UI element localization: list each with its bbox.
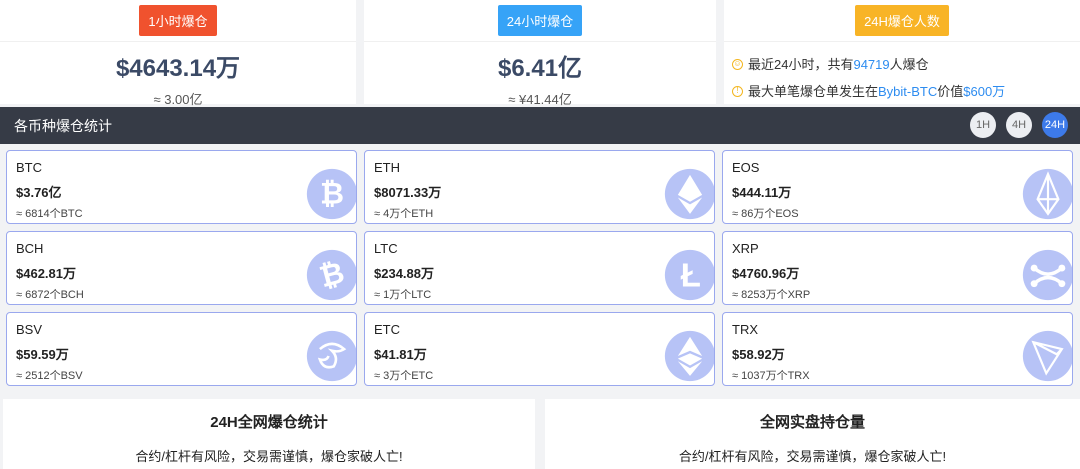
coin-amount: ≈ 4万个ETH: [374, 208, 434, 220]
coin-amount: ≈ 3万个ETC: [374, 370, 434, 382]
coin-card-ltc[interactable]: LTC $234.88万 ≈ 1万个LTC Ł: [364, 231, 715, 305]
coin-card-xrp[interactable]: XRP $4760.96万 ≈ 8253万个XRP: [722, 231, 1073, 305]
bsv-icon: [306, 330, 356, 382]
litecoin-icon: Ł: [664, 249, 714, 301]
ethereum-classic-icon: [664, 330, 714, 382]
coin-amount: ≈ 8253万个XRP: [732, 289, 811, 301]
ethereum-icon: [664, 168, 714, 220]
panel-warning: 合约/杠杆有风险，交易需谨慎，爆仓家破人亡!: [135, 449, 403, 464]
coin-name: LTC: [374, 241, 398, 256]
coin-amount: ≈ 86万个EOS: [732, 208, 799, 220]
ripple-icon: [1022, 249, 1072, 301]
tag-people: 24H爆仓人数: [855, 5, 949, 36]
coin-amount: ≈ 6814个BTC: [16, 208, 83, 220]
timeframe-24h-button[interactable]: 24H: [1042, 112, 1068, 138]
timeframe-1h-button[interactable]: 1H: [970, 112, 996, 138]
section-header: 各币种爆仓统计 1H 4H 24H: [0, 107, 1080, 144]
coin-value: $444.11万: [732, 185, 792, 200]
amount-24h: $6.41亿: [497, 55, 583, 82]
max-value: $600万: [963, 83, 1006, 99]
summary-row: 1小时爆仓 $4643.14万 ≈ 3.00亿 24小时爆仓 $6.41亿 ≈ …: [0, 0, 1080, 107]
bitcoin-cash-icon: ₿: [306, 249, 356, 301]
coin-value: $234.88万: [374, 266, 434, 281]
coin-card-etc[interactable]: ETC $41.81万 ≈ 3万个ETC: [364, 312, 715, 386]
coin-name: XRP: [732, 241, 759, 256]
coin-value: $59.59万: [16, 347, 69, 362]
tag-1h: 1小时爆仓: [139, 5, 217, 36]
coin-name: BTC: [16, 160, 42, 175]
stat-24h: 24小时爆仓 $6.41亿 ≈ ¥41.44亿: [364, 0, 716, 107]
panel-24h-stats: 24H全网爆仓统计 合约/杠杆有风险，交易需谨慎，爆仓家破人亡!: [3, 399, 535, 469]
coin-value: $3.76亿: [16, 185, 62, 200]
coin-name: ETH: [374, 160, 400, 175]
svg-text:Ł: Ł: [681, 256, 701, 293]
tag-24h: 24小时爆仓: [497, 5, 583, 36]
max-symbol-link[interactable]: Bybit-BTC: [878, 82, 937, 102]
coin-value: $41.81万: [374, 347, 427, 362]
coin-name: TRX: [732, 322, 758, 337]
panel-open-interest: 全网实盘持仓量 合约/杠杆有风险，交易需谨慎，爆仓家破人亡!: [545, 399, 1080, 469]
coin-name: BCH: [16, 241, 44, 256]
people-count: 94719: [853, 56, 890, 72]
stat-1h: 1小时爆仓 $4643.14万 ≈ 3.00亿: [0, 0, 356, 107]
coin-value: $8071.33万: [374, 185, 442, 200]
coin-name: BSV: [16, 322, 43, 337]
eos-icon: [1022, 168, 1072, 220]
timeframe-4h-button[interactable]: 4H: [1006, 112, 1032, 138]
coin-amount: ≈ 1万个LTC: [374, 289, 432, 301]
coin-amount: ≈ 6872个BCH: [16, 289, 84, 301]
panel-title: 全网实盘持仓量: [759, 414, 865, 431]
bitcoin-icon: ₿: [306, 168, 356, 220]
coin-value: $4760.96万: [732, 266, 800, 281]
panel-title: 24H全网爆仓统计: [210, 414, 328, 431]
panel-warning: 合约/杠杆有风险，交易需谨慎，爆仓家破人亡!: [678, 449, 947, 464]
coin-name: ETC: [374, 322, 400, 337]
coin-card-btc[interactable]: BTC $3.76亿 ≈ 6814个BTC ₿: [6, 150, 357, 224]
approx-1h: ≈ 3.00亿: [153, 92, 203, 107]
coin-value: $58.92万: [732, 347, 785, 362]
coin-value: $462.81万: [16, 266, 76, 281]
stat-people: 24H爆仓人数 ☺ 最近24小时，共有 94719 人爆仓 ! 最大单笔爆仓单发生在 By…: [724, 0, 1080, 104]
coin-card-bch[interactable]: BCH $462.81万 ≈ 6872个BCH ₿: [6, 231, 357, 305]
coin-amount: ≈ 2512个BSV: [16, 370, 83, 382]
coin-amount: ≈ 1037万个TRX: [732, 370, 810, 382]
approx-24h: ≈ ¥41.44亿: [508, 92, 572, 107]
smile-icon: ☺: [732, 59, 743, 70]
coin-card-bsv[interactable]: BSV $59.59万 ≈ 2512个BSV: [6, 312, 357, 386]
coin-card-eth[interactable]: ETH $8071.33万 ≈ 4万个ETH: [364, 150, 715, 224]
info-icon: !: [732, 86, 743, 97]
coin-name: EOS: [732, 160, 760, 175]
svg-text:₿: ₿: [320, 178, 344, 211]
coin-card-eos[interactable]: EOS $444.11万 ≈ 86万个EOS: [722, 150, 1073, 224]
tron-icon: [1022, 330, 1072, 382]
timeframe-switch: 1H 4H 24H: [970, 112, 1068, 138]
section-title: 各币种爆仓统计: [14, 117, 112, 134]
amount-1h: $4643.14万: [115, 55, 241, 82]
coin-card-trx[interactable]: TRX $58.92万 ≈ 1037万个TRX: [722, 312, 1073, 386]
